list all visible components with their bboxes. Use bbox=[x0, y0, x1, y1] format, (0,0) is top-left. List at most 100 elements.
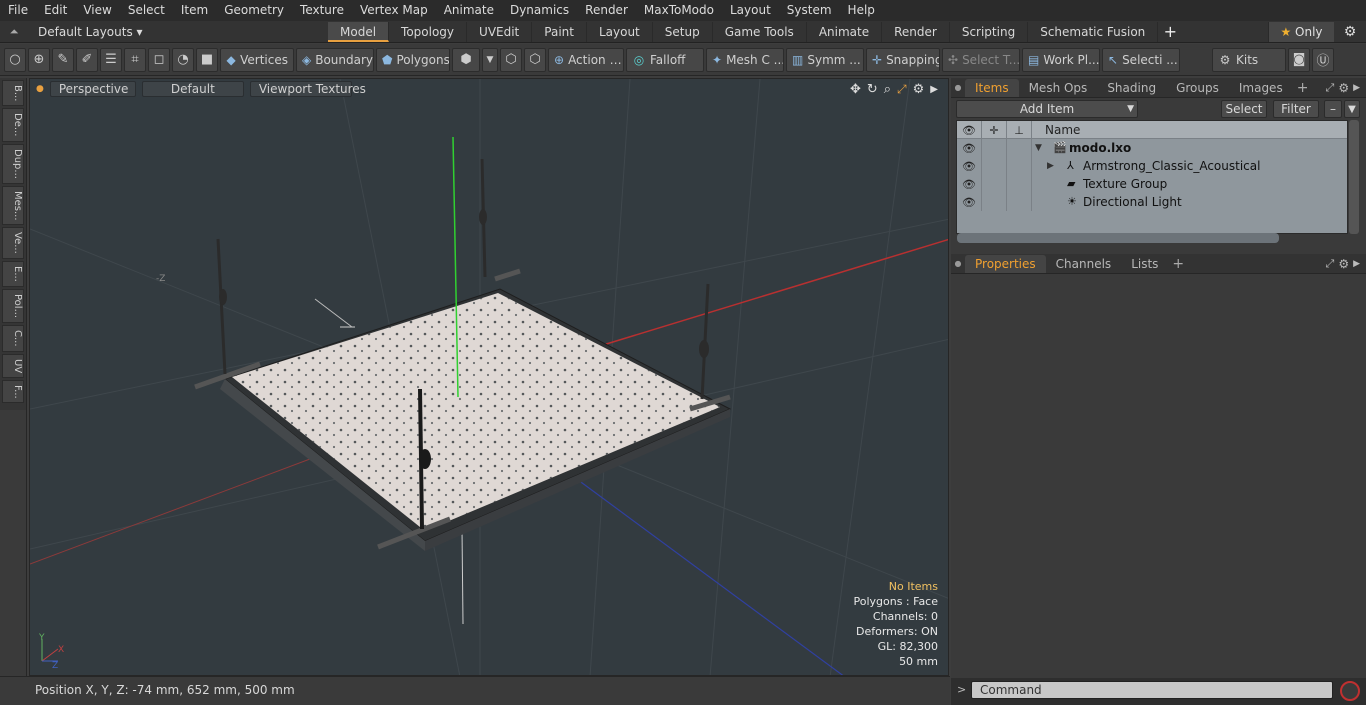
lock-cell[interactable] bbox=[982, 139, 1007, 157]
work-plane-button[interactable]: ▤ Work Pl... bbox=[1022, 47, 1100, 72]
viewport-gear-icon[interactable]: ⚙ bbox=[913, 82, 925, 97]
menu-help[interactable]: Help bbox=[840, 0, 883, 21]
lock-cell[interactable] bbox=[982, 175, 1007, 193]
unity-icon[interactable]: ◙ bbox=[1288, 47, 1310, 72]
boundary-button[interactable]: ◈ Boundary bbox=[296, 47, 374, 72]
viewport-scene[interactable]: -Z Y X Z bbox=[30, 79, 949, 676]
vertices-button[interactable]: ◆ Vertices bbox=[220, 47, 294, 72]
layout-arrow-icon[interactable]: ⏶ bbox=[0, 25, 28, 39]
selection-sets-button[interactable]: ↖ Selecti ... bbox=[1102, 47, 1180, 72]
tree-v-scrollbar[interactable] bbox=[1349, 120, 1359, 234]
kits-button[interactable]: ⚙ Kits bbox=[1212, 47, 1286, 72]
tree-h-scrollbar[interactable] bbox=[957, 233, 1279, 243]
visibility-eye-icon[interactable]: 👁 bbox=[957, 175, 982, 193]
menu-render[interactable]: Render bbox=[577, 0, 636, 21]
table-row[interactable]: 👁 ▼ 🎬 modo.lxo bbox=[957, 139, 1347, 157]
select-button[interactable]: Select bbox=[1221, 100, 1267, 118]
menu-system[interactable]: System bbox=[779, 0, 840, 21]
axis-column-icon[interactable]: ⊥ bbox=[1007, 121, 1032, 139]
table-row[interactable]: 👁 ▶ ⅄ Armstrong_Classic_Acoustical bbox=[957, 157, 1347, 175]
perspective-button[interactable]: Perspective bbox=[49, 81, 136, 97]
left-tab-4[interactable]: Ve... bbox=[2, 227, 24, 260]
add-props-tab-icon[interactable]: + bbox=[1168, 256, 1188, 272]
panel-tab-groups[interactable]: Groups bbox=[1166, 79, 1229, 97]
expand-arrow-icon[interactable]: ▼ bbox=[1035, 139, 1042, 157]
command-input[interactable]: Command bbox=[971, 681, 1333, 699]
3d-viewport[interactable]: -Z Y X Z ● Perspective Default Viewport … bbox=[29, 78, 949, 676]
radial-icon[interactable]: ◔ bbox=[172, 47, 194, 72]
visibility-eye-icon[interactable]: 👁 bbox=[957, 157, 982, 175]
add-panel-tab-icon[interactable]: + bbox=[1293, 80, 1313, 96]
tab-uvedit[interactable]: UVEdit bbox=[467, 21, 533, 42]
frame-icon[interactable]: ◻ bbox=[148, 47, 170, 72]
funnel-icon[interactable]: ▼ bbox=[1344, 100, 1360, 118]
tab-layout[interactable]: Layout bbox=[587, 21, 653, 42]
filter-button[interactable]: Filter bbox=[1273, 100, 1319, 118]
collapse-arrow-icon[interactable]: ▶ bbox=[1047, 157, 1054, 175]
sym-left-icon[interactable]: ⬡ bbox=[500, 47, 522, 72]
globe-icon[interactable]: ⊕ bbox=[28, 47, 50, 72]
rotate-view-icon[interactable]: ↻ bbox=[867, 82, 878, 97]
menu-item[interactable]: Item bbox=[173, 0, 216, 21]
tab-schematic-fusion[interactable]: Schematic Fusion bbox=[1028, 21, 1159, 42]
visibility-column-icon[interactable]: 👁 bbox=[957, 121, 982, 139]
falloff-button[interactable]: ◎ Falloff bbox=[626, 47, 704, 72]
snapping-button[interactable]: ✛ Snapping bbox=[866, 47, 940, 72]
polygons-button[interactable]: ⬟ Polygons bbox=[376, 47, 450, 72]
tab-render[interactable]: Render bbox=[882, 21, 950, 42]
symmetry-button[interactable]: ▥ Symm ... bbox=[786, 47, 864, 72]
brush-icon[interactable]: ✐ bbox=[76, 47, 98, 72]
visibility-eye-icon[interactable]: 👁 bbox=[957, 193, 982, 211]
left-tab-8[interactable]: UV bbox=[2, 353, 24, 378]
table-row[interactable]: 👁 ▰ Texture Group bbox=[957, 175, 1347, 193]
lock-column-icon[interactable]: ✛ bbox=[982, 121, 1007, 139]
action-button[interactable]: ⊕ Action … bbox=[548, 47, 624, 72]
circle-select-icon[interactable]: ○ bbox=[4, 47, 26, 72]
panel-tab-images[interactable]: Images bbox=[1229, 79, 1293, 97]
menu-edit[interactable]: Edit bbox=[36, 0, 75, 21]
gear-icon[interactable]: ⚙ bbox=[1334, 24, 1366, 40]
left-tab-6[interactable]: Pol... bbox=[2, 288, 24, 323]
props-dot-icon[interactable]: ● bbox=[951, 259, 965, 268]
panel-gear-icon[interactable]: ⚙ bbox=[1334, 81, 1353, 95]
panel-expand-icon[interactable]: ⤢ bbox=[1326, 81, 1335, 95]
lock-cell[interactable] bbox=[982, 193, 1007, 211]
layout-selector[interactable]: Default Layouts ▾ bbox=[28, 25, 328, 39]
tab-topology[interactable]: Topology bbox=[389, 21, 468, 42]
left-tab-2[interactable]: Dup... bbox=[2, 143, 24, 184]
viewport-dot-icon[interactable]: ● bbox=[36, 84, 44, 94]
select-through-button[interactable]: ✣ Select T... bbox=[942, 47, 1020, 72]
table-row[interactable]: 👁 ☀ Directional Light bbox=[957, 193, 1347, 211]
tab-game-tools[interactable]: Game Tools bbox=[713, 21, 807, 42]
menu-animate[interactable]: Animate bbox=[436, 0, 502, 21]
props-gear-icon[interactable]: ⚙ bbox=[1334, 257, 1353, 271]
menu-maxtomodo[interactable]: MaxToModo bbox=[636, 0, 722, 21]
panel-dot-icon[interactable]: ● bbox=[951, 83, 965, 92]
menu-dynamics[interactable]: Dynamics bbox=[502, 0, 577, 21]
dropdown-icon[interactable]: ▼ bbox=[482, 47, 498, 72]
maximize-view-icon[interactable]: ⤢ bbox=[897, 82, 907, 97]
move-view-icon[interactable]: ✥ bbox=[850, 82, 861, 97]
menu-vertex-map[interactable]: Vertex Map bbox=[352, 0, 436, 21]
tab-model[interactable]: Model bbox=[328, 21, 390, 42]
viewport-textures-button[interactable]: Viewport Textures bbox=[249, 81, 366, 97]
props-expand-icon[interactable]: ⤢ bbox=[1326, 257, 1335, 271]
align-icon[interactable]: ☰ bbox=[100, 47, 122, 72]
menu-view[interactable]: View bbox=[75, 0, 119, 21]
tab-paint[interactable]: Paint bbox=[532, 21, 587, 42]
record-icon[interactable] bbox=[1340, 681, 1360, 701]
panel-tab-shading[interactable]: Shading bbox=[1097, 79, 1166, 97]
only-toggle[interactable]: ★ Only bbox=[1268, 21, 1334, 42]
panel-menu-icon[interactable]: ▶ bbox=[1353, 83, 1366, 93]
item-mode-icon[interactable]: ⬢ bbox=[452, 47, 480, 72]
left-tab-0[interactable]: B... bbox=[2, 80, 24, 107]
cube-solid-icon[interactable]: ■ bbox=[196, 47, 218, 72]
props-tab-properties[interactable]: Properties bbox=[965, 254, 1046, 273]
collapse-icon[interactable]: – bbox=[1324, 100, 1342, 118]
add-tab-icon[interactable]: + bbox=[1158, 22, 1182, 41]
default-shading-button[interactable]: Default bbox=[141, 81, 244, 97]
visibility-eye-icon[interactable]: 👁 bbox=[957, 139, 982, 157]
add-item-button[interactable]: Add Item ▼ bbox=[956, 100, 1138, 118]
grid-icon[interactable]: ⌗ bbox=[124, 47, 146, 72]
mesh-constraint-button[interactable]: ✦ Mesh C ... bbox=[706, 47, 784, 72]
